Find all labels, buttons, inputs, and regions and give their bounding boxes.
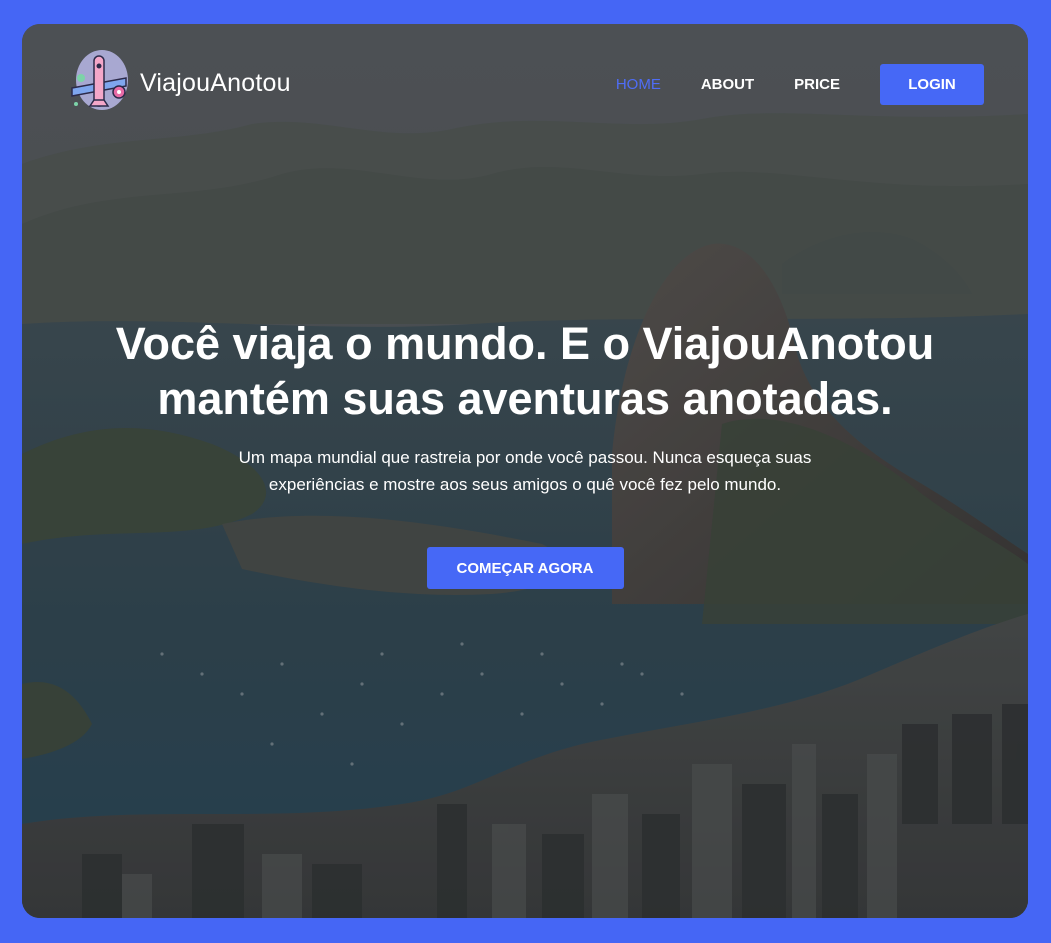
hero-subtitle: Um mapa mundial que rastreia por onde vo… <box>238 448 812 494</box>
brand[interactable]: ViajouAnotou <box>66 50 291 116</box>
airplane-logo-icon <box>71 50 128 110</box>
hero-title: Você viaja o mundo. E o ViajouAnotou man… <box>115 318 935 424</box>
brand-name: ViajouAnotou <box>140 68 291 97</box>
start-now-button[interactable]: COMEÇAR AGORA <box>426 547 624 589</box>
nav-link-price[interactable]: PRICE <box>794 76 840 93</box>
landing-page: ViajouAnotou HOME ABOUT PRICE LOGIN Você… <box>22 24 1028 918</box>
login-button[interactable]: LOGIN <box>880 64 984 105</box>
nav-link-about[interactable]: ABOUT <box>701 76 754 93</box>
main-nav: HOME ABOUT PRICE LOGIN <box>616 64 984 105</box>
nav-link-home[interactable]: HOME <box>616 76 661 93</box>
hero-section: Você viaja o mundo. E o ViajouAnotou man… <box>22 316 1028 589</box>
